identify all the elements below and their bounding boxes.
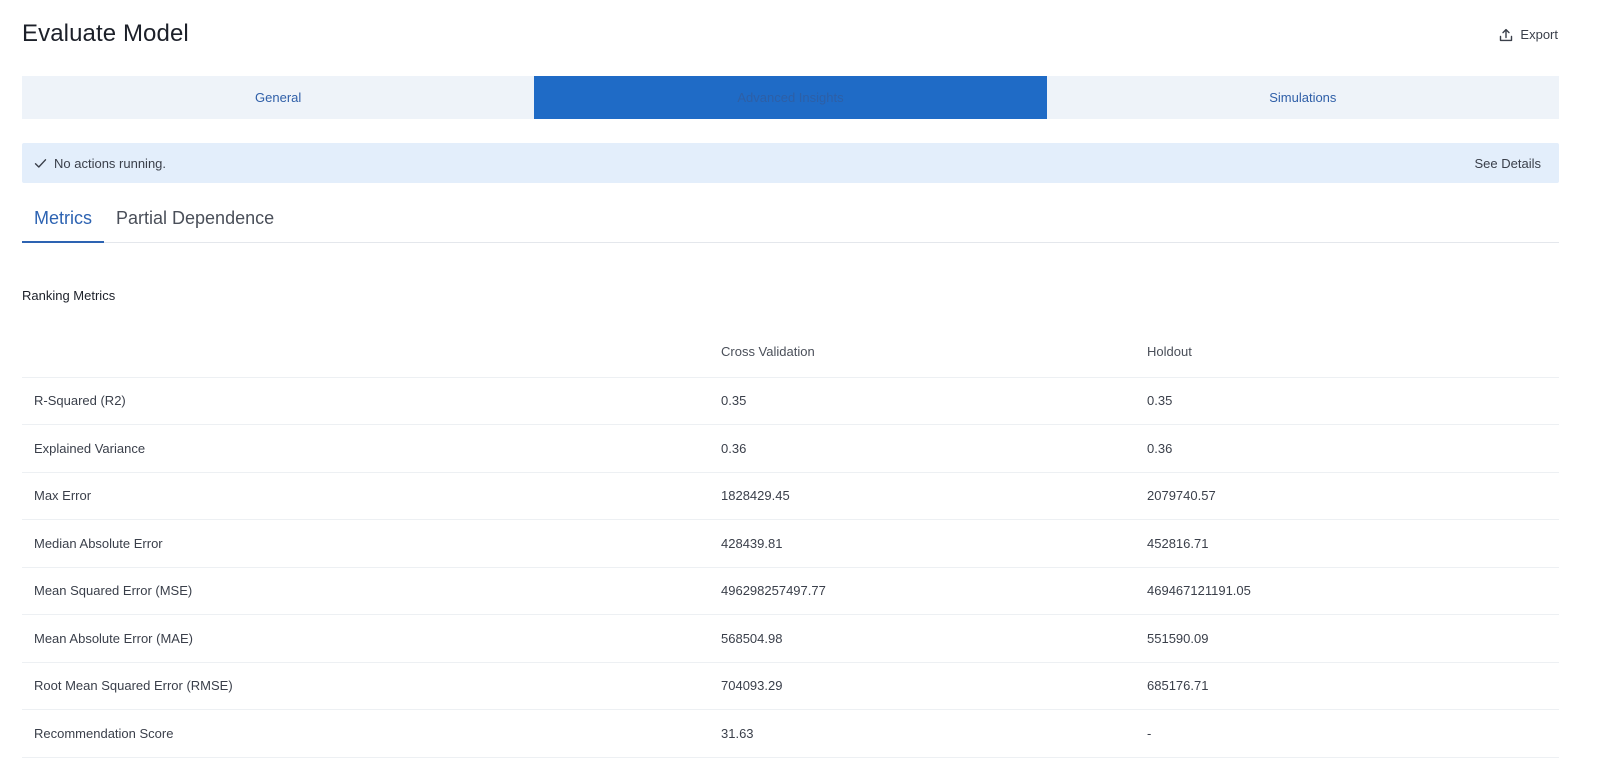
- evaluate-model-page: Evaluate Model Export General Advanced I…: [0, 0, 1600, 778]
- status-message: No actions running.: [34, 156, 166, 171]
- tab-advanced-insights[interactable]: Advanced Insights: [534, 76, 1047, 119]
- cv-value: 0.35: [721, 377, 1147, 425]
- status-text: No actions running.: [54, 155, 167, 171]
- cv-value: 704093.29: [721, 662, 1147, 710]
- cv-value: 568504.98: [721, 614, 1147, 663]
- tab-metrics[interactable]: Metrics: [22, 194, 104, 243]
- holdout-value: 452816.71: [1147, 519, 1559, 568]
- metric-name: Mean Squared Error (MSE): [22, 567, 721, 615]
- cv-value: 428439.81: [721, 519, 1147, 568]
- metric-name: Recommendation Score: [22, 709, 721, 758]
- cv-value: 496298257497.77: [721, 567, 1147, 615]
- holdout-value: 2079740.57: [1147, 472, 1559, 520]
- cv-value: 0.36: [721, 424, 1147, 473]
- tab-simulations[interactable]: Simulations: [1047, 76, 1559, 119]
- table-row: Median Absolute Error 428439.81 452816.7…: [22, 519, 1559, 568]
- holdout-value: 0.35: [1147, 377, 1559, 425]
- cv-value: 31.63: [721, 709, 1147, 758]
- tab-general[interactable]: General: [22, 76, 534, 119]
- holdout-value: 685176.71: [1147, 662, 1559, 710]
- page-title: Evaluate Model: [22, 20, 189, 47]
- metric-name: Mean Absolute Error (MAE): [22, 614, 721, 663]
- column-header-holdout: Holdout: [1147, 327, 1559, 378]
- metric-name: Root Mean Squared Error (RMSE): [22, 662, 721, 710]
- table-row: Mean Squared Error (MSE) 496298257497.77…: [22, 567, 1559, 615]
- tab-partial-dependence[interactable]: Partial Dependence: [104, 194, 286, 243]
- table-row: R-Squared (R2) 0.35 0.35: [22, 377, 1559, 425]
- check-icon: [34, 158, 47, 169]
- table-row: Mean Absolute Error (MAE) 568504.98 5515…: [22, 614, 1559, 663]
- see-details-link[interactable]: See Details: [1475, 156, 1541, 171]
- holdout-value: -: [1147, 709, 1559, 758]
- upload-icon: [1499, 28, 1513, 42]
- table-row: Explained Variance 0.36 0.36: [22, 424, 1559, 473]
- section-title: Ranking Metrics: [22, 288, 116, 303]
- table-header-row: Cross Validation Holdout: [22, 327, 1559, 378]
- table-row: Recommendation Score 31.63 -: [22, 709, 1559, 758]
- sub-tabs: Metrics Partial Dependence: [22, 194, 1559, 243]
- cv-value: 1828429.45: [721, 472, 1147, 520]
- table-row: Max Error 1828429.45 2079740.57: [22, 472, 1559, 520]
- export-button[interactable]: Export: [1499, 27, 1558, 42]
- status-bar: No actions running. See Details: [22, 143, 1559, 183]
- metric-name: Median Absolute Error: [22, 519, 721, 568]
- column-header-metric: [22, 327, 721, 378]
- column-header-cross-validation: Cross Validation: [721, 327, 1147, 378]
- metric-name: Max Error: [22, 472, 721, 520]
- holdout-value: 551590.09: [1147, 614, 1559, 663]
- export-label: Export: [1520, 27, 1558, 42]
- holdout-value: 469467121191.05: [1147, 567, 1559, 615]
- holdout-value: 0.36: [1147, 424, 1559, 473]
- table-row: Root Mean Squared Error (RMSE) 704093.29…: [22, 662, 1559, 710]
- metrics-table: Cross Validation Holdout R-Squared (R2) …: [22, 327, 1559, 758]
- top-tabs: General Advanced Insights Simulations: [22, 76, 1559, 119]
- page-header: Evaluate Model Export: [22, 0, 1558, 76]
- metric-name: R-Squared (R2): [22, 377, 721, 425]
- metric-name: Explained Variance: [22, 424, 721, 473]
